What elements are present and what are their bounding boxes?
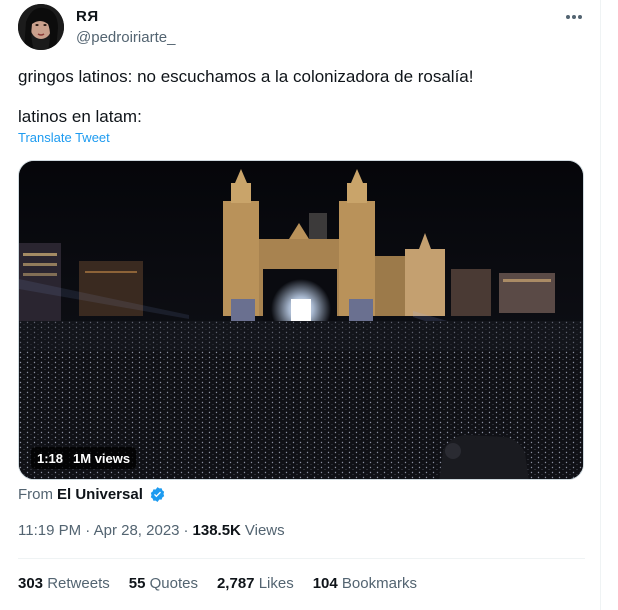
source-name-link[interactable]: El Universal (57, 486, 143, 503)
tweet-date: Apr 28, 2023 (93, 522, 180, 539)
stat-label: Bookmarks (341, 575, 417, 592)
stat-number: 2,787 (216, 575, 255, 592)
more-options-icon[interactable] (560, 6, 588, 28)
translate-tweet-link[interactable]: Translate Tweet (18, 130, 110, 145)
display-name[interactable]: RЯ (76, 8, 99, 25)
tweet-time: 11:19 PM (18, 522, 82, 539)
views-count: 138.5K (192, 522, 241, 539)
stat-number: 55 (128, 575, 146, 592)
views-label: Views (244, 522, 285, 539)
video-duration: 1:18 (37, 450, 64, 466)
tweet-timestamp-link[interactable]: 11:19 PM · Apr 28, 2023 (18, 522, 180, 539)
bookmarks-stat[interactable]: 104 Bookmarks (313, 575, 417, 592)
meta-separator: · (183, 522, 189, 539)
divider (18, 558, 585, 559)
stat-label: Likes (258, 575, 294, 592)
video-views: 1M views (73, 450, 131, 466)
video-player[interactable]: 1:18 1M views (18, 160, 584, 480)
video-meta-badge: 1:18 1M views (31, 447, 137, 469)
engagement-stats: 303 Retweets 55 Quotes 2,787 Likes 104 B… (18, 575, 436, 592)
quotes-stat[interactable]: 55 Quotes (129, 575, 198, 592)
user-handle[interactable]: @pedroiriarte_ (76, 29, 175, 46)
retweets-stat[interactable]: 303 Retweets (18, 575, 110, 592)
tweet-text-line-2: latinos en latam: (18, 107, 142, 126)
likes-stat[interactable]: 2,787 Likes (217, 575, 294, 592)
stat-number: 104 (312, 575, 338, 592)
tweet-text-line-1: gringos latinos: no escuchamos a la colo… (18, 67, 474, 86)
timeline-border (600, 0, 601, 610)
avatar[interactable] (18, 4, 64, 50)
video-source: From El Universal (18, 486, 166, 503)
from-label: From (18, 486, 53, 503)
verified-icon (150, 487, 165, 502)
stat-label: Retweets (47, 575, 110, 592)
stat-label: Quotes (149, 575, 198, 592)
stat-number: 303 (18, 575, 44, 592)
tweet-meta: 11:19 PM · Apr 28, 2023 · 138.5K Views (18, 522, 285, 539)
